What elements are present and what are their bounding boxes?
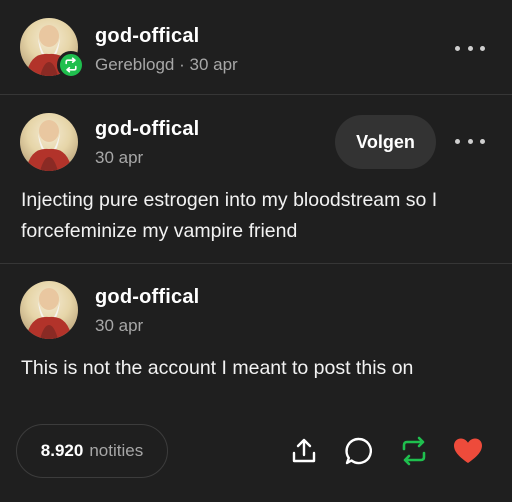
reply-icon (345, 437, 372, 465)
dot-icon (455, 138, 460, 144)
share-icon (292, 438, 316, 463)
author-username[interactable]: god-offical (95, 118, 199, 141)
notes-count: 8.920 (40, 441, 84, 460)
dot-icon (480, 138, 485, 144)
reblogger-username[interactable]: god-offical (95, 25, 199, 48)
reblog-button[interactable] (398, 435, 430, 467)
dot-icon (455, 45, 460, 51)
avatar[interactable] (20, 281, 78, 339)
notes-button[interactable]: 8.920 notities (16, 424, 168, 478)
reblog-meta: Gereblogd · 30 apr (95, 55, 238, 74)
divider (0, 94, 512, 95)
reply-button[interactable] (343, 435, 375, 467)
reply-text: This is not the account I meant to post … (21, 357, 414, 379)
like-icon (454, 438, 482, 463)
reblog-badge (57, 51, 85, 79)
reply-username[interactable]: god-offical (95, 286, 199, 309)
avatar-image (26, 120, 72, 171)
dot-icon (467, 138, 473, 144)
avatar-image (26, 288, 72, 339)
notes-label: notities (89, 441, 144, 460)
reblog-icon (402, 436, 426, 466)
post-text: Injecting pure estrogen into my bloodstr… (21, 189, 438, 242)
more-options-button[interactable] (455, 38, 485, 58)
share-button[interactable] (288, 435, 320, 467)
follow-button[interactable]: Volgen (335, 115, 436, 169)
dot-icon (480, 45, 485, 51)
avatar[interactable] (20, 113, 78, 171)
post-date[interactable]: 30 apr (95, 148, 143, 168)
reply-date[interactable]: 30 apr (95, 316, 143, 336)
more-options-button[interactable] (455, 131, 485, 151)
like-button[interactable] (452, 435, 484, 467)
reblog-icon (65, 57, 77, 73)
dot-icon (467, 45, 473, 51)
divider (0, 263, 512, 264)
